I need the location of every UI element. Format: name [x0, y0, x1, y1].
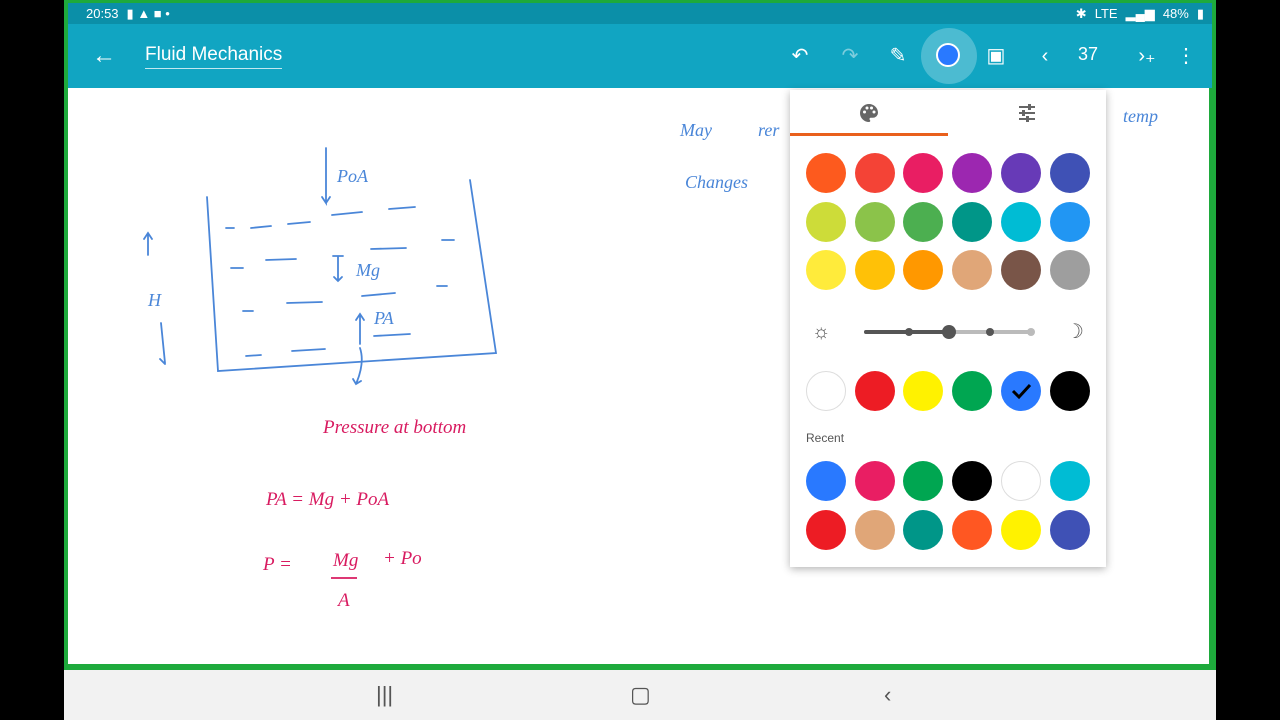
- recent-color-swatch[interactable]: [1000, 461, 1041, 501]
- p0a-label: PoA: [336, 166, 369, 186]
- pen-icon[interactable]: ✎: [884, 42, 912, 70]
- color-swatch[interactable]: [952, 250, 993, 290]
- brightness-high-icon: ☽: [1066, 321, 1084, 343]
- basic-color-swatch[interactable]: [952, 371, 993, 411]
- recent-color-swatch[interactable]: [952, 510, 993, 550]
- system-nav-bar: ||| ▢ ‹: [64, 670, 1216, 720]
- brightness-slider-thumb[interactable]: [942, 325, 956, 339]
- recent-color-swatch[interactable]: [903, 461, 944, 501]
- color-swatch[interactable]: [1049, 153, 1090, 193]
- recent-color-swatch[interactable]: [806, 510, 846, 550]
- check-icon: [1011, 383, 1031, 400]
- color-swatch[interactable]: [806, 250, 846, 290]
- basic-color-swatch[interactable]: [1000, 371, 1041, 411]
- recent-color-swatch[interactable]: [1049, 510, 1090, 550]
- equation-1: PA = Mg + PoA: [265, 489, 389, 510]
- color-swatch[interactable]: [903, 201, 944, 242]
- color-swatch[interactable]: [952, 153, 993, 193]
- right-note-may: May: [679, 120, 712, 140]
- color-swatch[interactable]: [1049, 201, 1090, 242]
- app-bar: ← Fluid Mechanics ↶ ↷ ✎ ▣ ‹ 37 ›₊ ⋮: [68, 24, 1212, 88]
- tablet-screen: 20:53 ▮ ▲ ■ • ✱ LTE ▂▄▆ 48% ▮ ← Fluid Me…: [64, 0, 1216, 720]
- recent-color-swatch[interactable]: [952, 461, 993, 501]
- sliders-icon: [1019, 104, 1035, 122]
- recent-color-swatch[interactable]: [903, 510, 944, 550]
- basic-color-swatch[interactable]: [806, 371, 846, 411]
- color-swatch[interactable]: [903, 153, 944, 193]
- undo-icon[interactable]: ↶: [786, 42, 814, 70]
- weight-label: Mg: [355, 260, 380, 280]
- right-note-temp: temp: [1123, 106, 1158, 126]
- signal-icon: ▂▄▆: [1125, 5, 1155, 21]
- bluetooth-icon: ✱: [1075, 5, 1087, 21]
- recent-color-swatch[interactable]: [806, 461, 846, 501]
- equation-2-right: + Po: [383, 548, 422, 569]
- color-swatch[interactable]: [1000, 201, 1041, 242]
- color-swatch[interactable]: [952, 201, 993, 242]
- home-icon[interactable]: ▢: [630, 682, 651, 708]
- color-swatch[interactable]: [1000, 250, 1041, 290]
- height-label: H: [147, 290, 162, 310]
- recent-color-swatch[interactable]: [854, 461, 895, 501]
- image-icon[interactable]: ▣: [982, 42, 1010, 70]
- network-label: LTE: [1094, 6, 1118, 21]
- notification-icon: ▮ ▲ ■ •: [126, 5, 170, 21]
- pa-label: PA: [373, 308, 395, 328]
- brightness-low-icon: ☼: [812, 321, 831, 343]
- active-tab-indicator: [790, 133, 948, 136]
- overflow-menu-icon[interactable]: ⋮: [1172, 42, 1200, 70]
- color-swatch[interactable]: [854, 153, 895, 193]
- color-swatch[interactable]: [1000, 153, 1041, 193]
- color-swatch[interactable]: [806, 153, 846, 193]
- equation-2-numerator: Mg: [332, 550, 358, 571]
- system-back-icon[interactable]: ‹: [884, 682, 891, 708]
- color-swatch[interactable]: [1049, 250, 1090, 290]
- page-title[interactable]: Fluid Mechanics: [145, 44, 283, 69]
- slider-step-1: [905, 328, 913, 336]
- slider-step-3: [986, 328, 994, 336]
- color-swatch[interactable]: [903, 250, 944, 290]
- basic-color-swatch[interactable]: [903, 371, 944, 411]
- recent-apps-icon[interactable]: |||: [376, 682, 393, 708]
- equation-2-left: P =: [262, 554, 292, 575]
- equation-2-denominator: A: [336, 590, 350, 611]
- color-swatch[interactable]: [854, 201, 895, 242]
- color-picker-popup: ☼ ☽ Recent: [790, 90, 1106, 567]
- color-swatch[interactable]: [854, 250, 895, 290]
- back-arrow-icon[interactable]: ←: [90, 42, 118, 70]
- battery-level: 48%: [1162, 6, 1189, 21]
- color-picker-button[interactable]: [936, 43, 960, 67]
- container-drawing: [143, 147, 498, 386]
- right-note-changes: Changes: [685, 172, 748, 192]
- recent-label: Recent: [806, 431, 845, 445]
- redo-icon[interactable]: ↷: [836, 42, 864, 70]
- battery-icon: ▮: [1196, 5, 1204, 21]
- right-note-rer: rer: [758, 120, 780, 140]
- pressure-at-bottom-text: Pressure at bottom: [322, 417, 466, 438]
- color-swatch[interactable]: [806, 201, 846, 242]
- color-picker-tabs: [790, 90, 1106, 136]
- basic-color-swatch[interactable]: [1049, 371, 1090, 411]
- status-time: 20:53: [86, 6, 119, 21]
- previous-page-icon[interactable]: ‹: [1031, 42, 1059, 70]
- palette-icon: [860, 104, 878, 122]
- add-page-icon[interactable]: ›₊: [1133, 42, 1161, 70]
- tab-palette[interactable]: [790, 90, 948, 136]
- recent-color-swatch[interactable]: [1000, 510, 1041, 550]
- recent-color-swatch[interactable]: [1049, 461, 1090, 501]
- slider-step-4: [1027, 328, 1035, 336]
- recent-color-swatch[interactable]: [854, 510, 895, 550]
- page-number: 37: [1078, 44, 1099, 64]
- status-bar: 20:53 ▮ ▲ ■ • ✱ LTE ▂▄▆ 48% ▮: [68, 3, 1212, 24]
- basic-color-swatch[interactable]: [854, 371, 895, 411]
- tab-settings[interactable]: [948, 90, 1106, 136]
